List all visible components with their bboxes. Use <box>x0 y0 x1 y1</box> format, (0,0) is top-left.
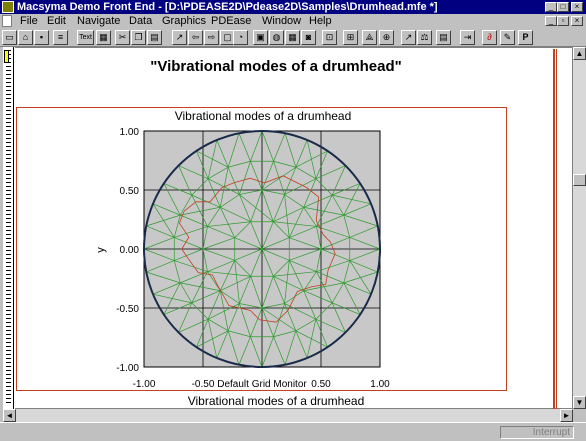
scroll-left-icon[interactable]: ◄ <box>3 409 16 422</box>
caption-below-plot: Vibrational modes of a drumhead <box>187 394 365 408</box>
y-tick-label-3: -0.50 <box>116 304 139 315</box>
x-axis-label: Default Grid Monitor <box>217 379 307 390</box>
scroll-up-icon[interactable]: ▲ <box>573 47 586 60</box>
vertical-scroll-thumb[interactable] <box>573 174 586 186</box>
drumhead-plot: Vibrational modes of a drumhead 1.00 0.50… <box>95 109 390 390</box>
x-tick-label-3: 1.00 <box>370 379 390 390</box>
x-tick-label-2: 0.50 <box>311 379 331 390</box>
status-bar: Interrupt <box>0 422 586 441</box>
x-tick-label-0: -1.00 <box>133 379 156 390</box>
y-tick-labels: 1.00 0.50 0.00 -0.50 -1.00 <box>116 127 139 374</box>
horizontal-scrollbar[interactable]: ◄ ► <box>3 409 573 422</box>
vertical-scrollbar[interactable]: ▲ ▼ <box>573 47 586 409</box>
y-tick-label-0: 1.00 <box>120 127 140 138</box>
interrupt-button[interactable]: Interrupt <box>500 426 574 439</box>
plot-title: Vibrational modes of a drumhead <box>175 109 352 123</box>
y-tick-label-1: 0.50 <box>120 186 140 197</box>
x-tick-label-1: -0.50 <box>192 379 215 390</box>
y-tick-label-2: 0.00 <box>120 245 140 256</box>
scroll-right-icon[interactable]: ► <box>560 409 573 422</box>
y-axis-label: y <box>95 247 107 253</box>
scroll-down-icon[interactable]: ▼ <box>573 396 586 409</box>
y-tick-label-4: -1.00 <box>116 363 139 374</box>
